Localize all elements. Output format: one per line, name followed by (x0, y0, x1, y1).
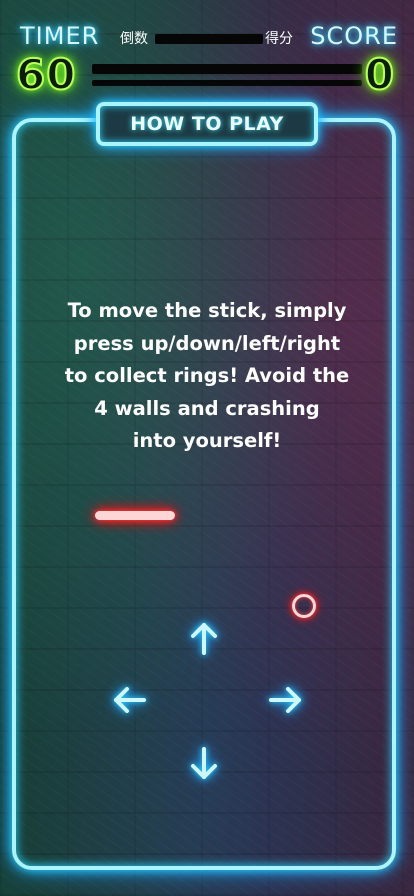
timer-label: TIMER (20, 22, 100, 50)
score-sublabel: 得分 (265, 31, 293, 47)
timer-sublabel: 倒数 (120, 31, 148, 47)
instruction-line: to collect rings! Avoid the (64, 364, 350, 387)
panel-title: HOW TO PLAY (130, 113, 284, 135)
arrow-down-icon[interactable] (186, 746, 222, 782)
score-value: 0 (364, 49, 395, 100)
arrow-left-icon[interactable] (111, 682, 147, 718)
collectible-ring (292, 594, 316, 618)
instruction-line: To move the stick, simply (67, 299, 347, 322)
hud-divider-bar (155, 34, 263, 44)
instruction-line: press up/down/left/right (73, 331, 341, 355)
instruction-line: into yourself! (132, 429, 282, 452)
instruction-line: 4 walls and crashing (94, 396, 320, 420)
arrow-right-icon[interactable] (268, 682, 304, 718)
score-label: SCORE (310, 22, 398, 50)
timer-value: 60 (15, 49, 77, 100)
how-to-play-title-badge: HOW TO PLAY (96, 102, 318, 146)
hud-divider-bar (92, 80, 362, 86)
hud-divider-bar (92, 64, 362, 74)
player-stick (95, 511, 175, 520)
instructions-text: To move the stick, simply press up/down/… (30, 295, 384, 458)
arrow-up-icon[interactable] (186, 620, 222, 656)
